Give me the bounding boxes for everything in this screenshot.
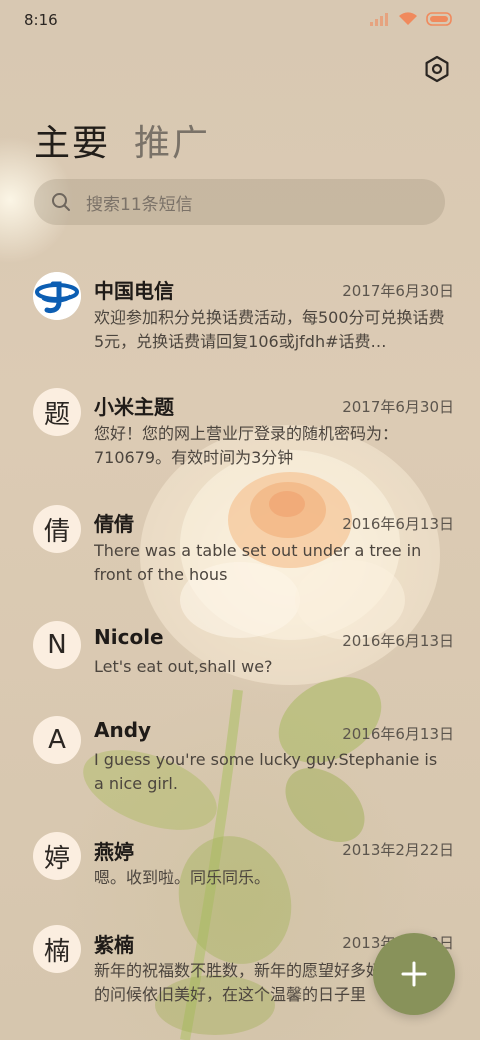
conversation-name: 中国电信	[94, 279, 174, 303]
conversation-name: 倩倩	[94, 512, 134, 536]
conversation-preview: 您好！您的网上营业厅登录的随机密码为：710679。有效时间为3分钟	[94, 424, 399, 467]
settings-hexagon-icon	[425, 55, 449, 83]
tab-promotions[interactable]: 推广	[134, 114, 210, 166]
settings-button[interactable]	[422, 54, 452, 84]
new-message-button[interactable]	[373, 933, 455, 1015]
conversation-item[interactable]: A Andy 2016年6月13日 I guess you're some lu…	[0, 714, 480, 824]
avatar: A	[33, 716, 81, 764]
conversation-preview: 嗯。收到啦。同乐同乐。	[94, 868, 271, 887]
conversation-preview: There was a table set out under a tree i…	[94, 541, 422, 584]
search-placeholder: 搜索11条短信	[86, 194, 193, 215]
conversation-name: Andy	[94, 718, 152, 742]
status-time: 8:16	[24, 11, 58, 29]
tab-primary[interactable]: 主要	[34, 114, 110, 166]
search-icon	[52, 193, 70, 211]
conversation-preview: 欢迎参加积分兑换话费活动，每500分可兑换话费5元，兑换话费请回复106或jfd…	[94, 308, 445, 351]
wifi-icon	[399, 12, 417, 25]
status-bar: 8:16	[0, 0, 480, 44]
china-telecom-logo	[33, 272, 81, 320]
avatar: 倩	[33, 505, 81, 553]
conversation-date: 2016年6月13日	[342, 632, 454, 650]
conversation-date: 2013年2月22日	[342, 841, 454, 859]
conversation-preview: Let's eat out,shall we?	[94, 657, 273, 676]
conversation-date: 2017年6月30日	[342, 282, 454, 300]
conversation-name: 紫楠	[94, 933, 134, 957]
plus-icon	[401, 961, 427, 987]
conversation-date: 2017年6月30日	[342, 398, 454, 416]
conversation-name: Nicole	[94, 625, 164, 649]
conversation-item[interactable]: 中国电信 2017年6月30日 欢迎参加积分兑换话费活动，每500分可兑换话费5…	[0, 270, 480, 380]
status-icons	[370, 12, 454, 26]
battery-icon	[426, 12, 452, 26]
avatar: 楠	[33, 925, 81, 973]
conversation-date: 2016年6月13日	[342, 725, 454, 743]
avatar: N	[33, 621, 81, 669]
conversation-item[interactable]: 倩 倩倩 2016年6月13日 There was a table set ou…	[0, 503, 480, 613]
tab-bar: 主要 推广	[34, 114, 210, 166]
avatar: 婷	[33, 832, 81, 880]
conversation-item[interactable]: 题 小米主题 2017年6月30日 您好！您的网上营业厅登录的随机密码为：710…	[0, 386, 480, 496]
search-bar[interactable]: 搜索11条短信	[34, 179, 445, 225]
conversation-date: 2016年6月13日	[342, 515, 454, 533]
signal-icon	[370, 13, 388, 26]
conversation-name: 燕婷	[94, 840, 134, 864]
avatar	[33, 272, 81, 320]
avatar: 题	[33, 388, 81, 436]
conversation-name: 小米主题	[94, 395, 174, 419]
conversation-preview: I guess you're some lucky guy.Stephanie …	[94, 750, 438, 793]
